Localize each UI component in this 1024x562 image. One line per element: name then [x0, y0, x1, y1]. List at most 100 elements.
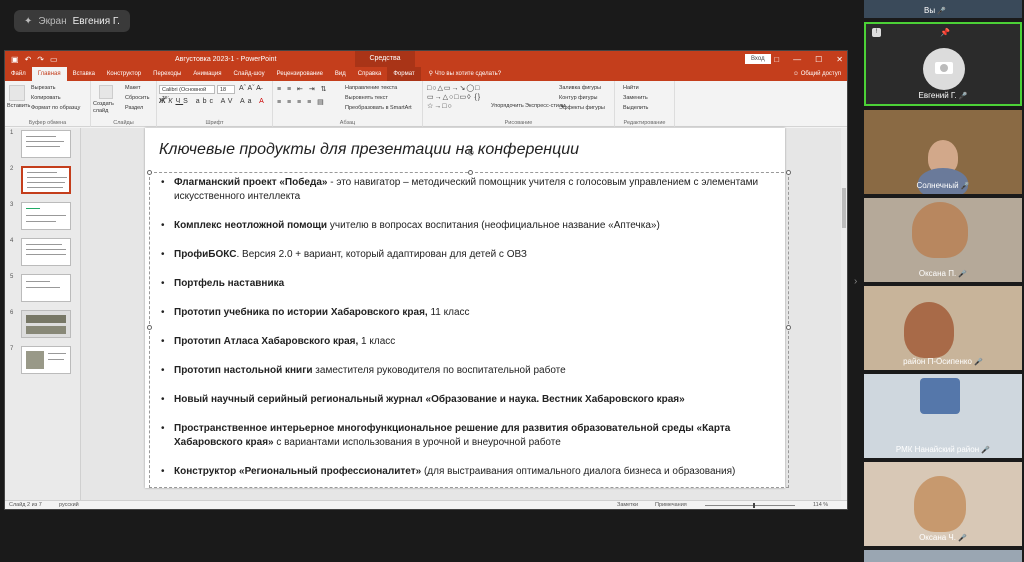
layout-button[interactable]: Макет — [125, 85, 141, 91]
font-style-buttons[interactable]: ЖКЧS abc AV Aa A — [159, 98, 267, 105]
list-item[interactable]: Новый научный серийный региональный журн… — [161, 393, 781, 407]
resize-handle[interactable] — [786, 325, 791, 330]
participant-tile[interactable]: Оксана Ч. 🎤 — [864, 462, 1022, 546]
tab-design[interactable]: Конструктор — [101, 67, 147, 81]
participant-tile-active-speaker[interactable]: ! 📌 Евгений Г. 🎤 — [864, 22, 1022, 106]
share-button[interactable]: ☺ Общий доступ — [793, 67, 841, 81]
find-button[interactable]: Найти — [623, 85, 639, 91]
participant-tile[interactable]: РМК Нанайский район 🎤 — [864, 374, 1022, 458]
arrange-button[interactable]: Упорядочить — [491, 103, 524, 109]
text-direction-button[interactable]: Направление текста — [345, 85, 397, 91]
new-slide-icon[interactable] — [99, 85, 113, 99]
tab-slideshow[interactable]: Слайд-шоу — [227, 67, 270, 81]
rotate-handle-icon[interactable]: ↻ — [467, 148, 475, 159]
screen-label: Экран — [38, 15, 67, 27]
reset-button[interactable]: Сбросить — [125, 95, 149, 101]
language[interactable]: русский — [59, 502, 79, 508]
format-painter-button[interactable]: Формат по образцу — [31, 105, 80, 111]
resize-handle[interactable] — [468, 170, 473, 175]
collapse-panel-icon[interactable]: › — [854, 276, 857, 287]
section-button[interactable]: Раздел — [125, 105, 143, 111]
shape-effects-button[interactable]: Эффекты фигуры — [559, 105, 605, 111]
shape-fill-button[interactable]: Заливка фигуры — [559, 85, 601, 91]
maximize-icon[interactable]: ☐ — [815, 55, 822, 64]
resize-handle[interactable] — [147, 325, 152, 330]
tab-view[interactable]: Вид — [329, 67, 352, 81]
minimize-icon[interactable]: — — [793, 55, 801, 64]
list-item[interactable]: Прототип учебника по истории Хабаровског… — [161, 306, 781, 320]
zoom-level[interactable]: 114 % — [813, 502, 828, 508]
slide-thumbnail-2[interactable] — [21, 166, 71, 194]
tab-animations[interactable]: Анимация — [187, 67, 227, 81]
share-label: Общий доступ — [800, 71, 841, 77]
undo-icon[interactable]: ↶ — [25, 55, 32, 64]
screen-share-badge[interactable]: ✦ Экран Евгения Г. — [14, 10, 130, 32]
slide-thumbnail-5[interactable] — [21, 274, 71, 302]
scrollbar-thumb[interactable] — [842, 188, 846, 228]
select-button[interactable]: Выделить — [623, 105, 648, 111]
cut-button[interactable]: Вырезать — [31, 85, 55, 91]
list-item[interactable]: Портфель наставника — [161, 277, 781, 291]
paste-icon[interactable] — [9, 85, 25, 101]
save-icon[interactable]: ▣ — [11, 55, 19, 64]
participant-name: Оксана П. 🎤 — [918, 269, 968, 278]
vertical-scrollbar[interactable] — [841, 128, 847, 502]
participant-tile[interactable]: Солнечный 🎤 — [864, 110, 1022, 194]
item-bold: Комплекс неотложной помощи — [174, 220, 328, 231]
participant-tile[interactable]: район П-Осипенко 🎤 — [864, 286, 1022, 370]
font-size-select[interactable]: 18 — [217, 85, 235, 94]
smartart-button[interactable]: Преобразовать в SmartArt — [345, 105, 412, 111]
list-item[interactable]: ПрофиБОКС. Версия 2.0 + вариант, который… — [161, 248, 781, 262]
ribbon-display-icon[interactable]: □ — [774, 55, 779, 64]
start-slideshow-icon[interactable]: ▭ — [50, 55, 58, 64]
mic-muted-icon: 🎤 — [974, 359, 983, 366]
participant-tile-partial[interactable] — [864, 550, 1022, 562]
redo-icon[interactable]: ↷ — [37, 55, 44, 64]
slide-thumbnail-3[interactable] — [21, 202, 71, 230]
font-name-select[interactable]: Calibri (Основной те: — [159, 85, 215, 101]
replace-button[interactable]: Заменить — [623, 95, 648, 101]
list-item[interactable]: Флагманский проект «Победа» - это навига… — [161, 176, 781, 204]
slide-title[interactable]: Ключевые продукты для презентации на кон… — [159, 141, 579, 159]
list-buttons[interactable]: ≡ ≡ ⇤ ⇥ ⇅ — [277, 85, 329, 93]
pin-icon[interactable]: 📌 — [940, 28, 950, 37]
align-buttons[interactable]: ≡ ≡ ≡ ≡ ▤ — [277, 98, 326, 106]
align-text-button[interactable]: Выровнять текст — [345, 95, 388, 101]
slide-canvas[interactable]: Ключевые продукты для презентации на кон… — [145, 128, 791, 488]
status-bar: Слайд 2 из 7 русский Заметки Примечания … — [5, 500, 847, 509]
list-item[interactable]: Прототип Атласа Хабаровского края, 1 кла… — [161, 335, 781, 349]
tab-insert[interactable]: Вставка — [67, 67, 101, 81]
tab-home[interactable]: Главная — [31, 67, 67, 81]
list-item[interactable]: Прототип настольной книги заместителя ру… — [161, 364, 781, 378]
slide-thumbnail-1[interactable] — [21, 130, 71, 158]
slide-thumbnail-7[interactable] — [21, 346, 71, 374]
shape-outline-button[interactable]: Контур фигуры — [559, 95, 597, 101]
tab-file[interactable]: Файл — [5, 67, 32, 81]
zoom-slider[interactable] — [705, 503, 795, 508]
new-slide-button[interactable]: Создать слайд — [93, 101, 121, 115]
comments-button[interactable]: Примечания — [655, 502, 687, 508]
slide-thumbnail-6[interactable] — [21, 310, 71, 338]
paste-button[interactable]: Вставить — [7, 103, 30, 109]
tab-format[interactable]: Формат — [387, 67, 421, 81]
participant-tile-self[interactable]: Вы 🎤 — [864, 0, 1022, 18]
list-item[interactable]: Конструктор «Региональный профессионалит… — [161, 465, 781, 479]
shapes-gallery[interactable]: □○△▭→↘◯□ ▭→△○□▭◊ {}☆→□○ — [427, 84, 487, 111]
slide-thumbnail-4[interactable] — [21, 238, 71, 266]
tab-help[interactable]: Справка — [352, 67, 388, 81]
close-icon[interactable]: ✕ — [836, 55, 843, 64]
copy-button[interactable]: Копировать — [31, 95, 61, 101]
zoom-slider-knob[interactable] — [753, 503, 755, 508]
participant-tile[interactable]: Оксана П. 🎤 — [864, 198, 1022, 282]
tell-me-search[interactable]: ⚲ Что вы хотите сделать? — [429, 67, 501, 81]
tab-transitions[interactable]: Переходы — [147, 67, 187, 81]
list-item[interactable]: Пространственное интерьерное многофункци… — [161, 422, 781, 450]
signin-button[interactable]: Вход — [745, 54, 771, 64]
notes-button[interactable]: Заметки — [617, 502, 638, 508]
info-icon[interactable]: ! — [872, 28, 881, 37]
tab-review[interactable]: Рецензирование — [271, 67, 329, 81]
font-size-buttons[interactable]: Aˆ Aˇ A̶ — [239, 85, 261, 92]
resize-handle[interactable] — [786, 170, 791, 175]
resize-handle[interactable] — [147, 170, 152, 175]
list-item[interactable]: Комплекс неотложной помощи учителю в воп… — [161, 219, 781, 233]
